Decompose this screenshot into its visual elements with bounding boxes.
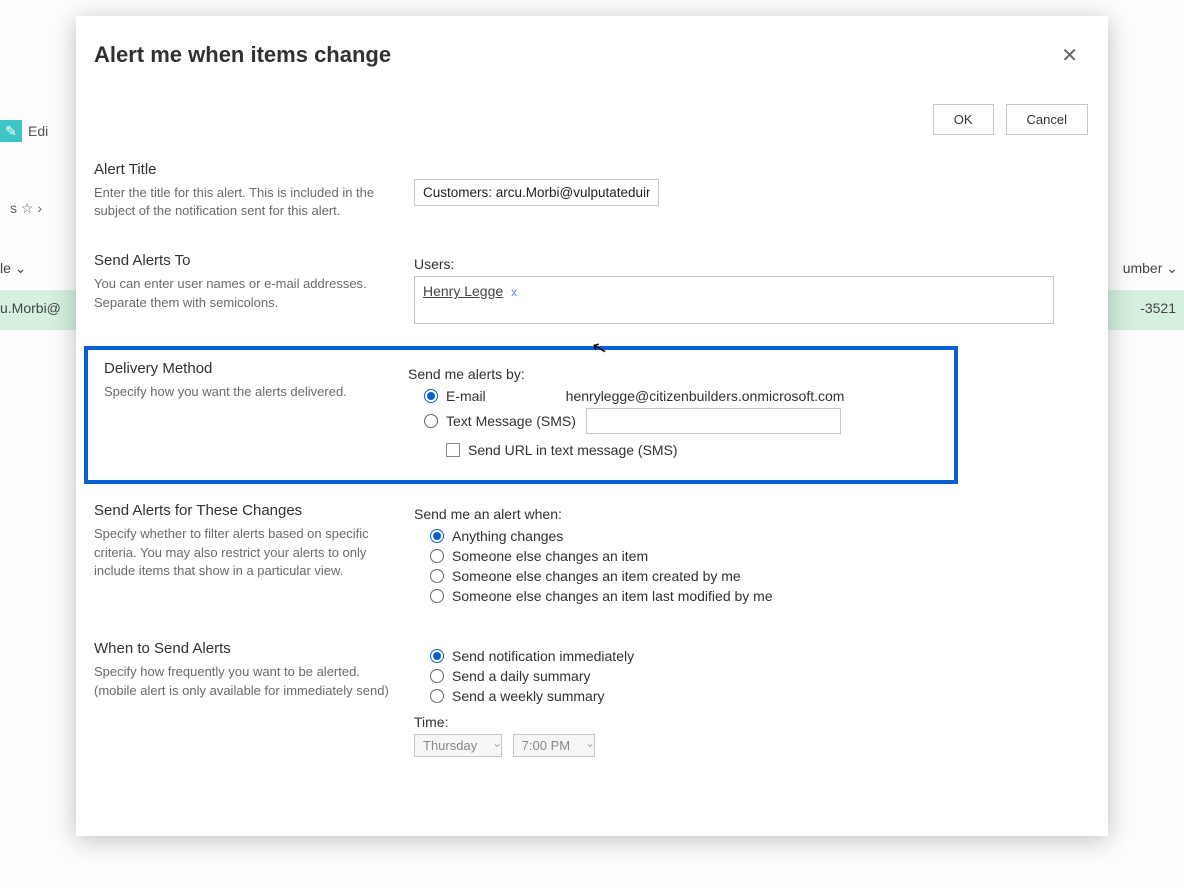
changes-label: Send me an alert when: [414, 506, 1088, 522]
changes-opt4-label: Someone else changes an item last modifi… [452, 588, 773, 604]
when-opt3-label: Send a weekly summary [452, 688, 605, 704]
section-send-to: Send Alerts To You can enter user names … [94, 242, 1088, 346]
radio-when-3[interactable] [430, 689, 444, 703]
user-chip: Henry Legge x [423, 283, 517, 299]
send-to-heading: Send Alerts To [94, 252, 396, 269]
when-opt3-row[interactable]: Send a weekly summary [430, 688, 1088, 704]
section-alert-title: Alert Title Enter the title for this ale… [94, 151, 1088, 242]
send-to-desc: You can enter user names or e-mail addre… [94, 275, 396, 311]
close-icon[interactable]: ✕ [1057, 42, 1082, 70]
radio-changes-4[interactable] [430, 589, 444, 603]
delivery-heading: Delivery Method [104, 360, 390, 377]
radio-email[interactable] [424, 389, 438, 403]
radio-when-2[interactable] [430, 669, 444, 683]
changes-heading: Send Alerts for These Changes [94, 502, 396, 519]
top-action-row: OK Cancel [94, 96, 1088, 151]
changes-opt4-row[interactable]: Someone else changes an item last modifi… [430, 588, 1088, 604]
alert-settings-modal: Alert me when items change ✕ OK Cancel A… [76, 16, 1108, 836]
send-by-label: Send me alerts by: [408, 366, 944, 382]
section-delivery-highlight: Delivery Method Specify how you want the… [84, 346, 958, 484]
changes-desc: Specify whether to filter alerts based o… [94, 525, 396, 580]
time-day-select[interactable]: Thursday [414, 734, 502, 757]
when-heading: When to Send Alerts [94, 640, 396, 657]
changes-opt3-row[interactable]: Someone else changes an item created by … [430, 568, 1088, 584]
sms-number-input[interactable] [586, 408, 841, 434]
section-changes: Send Alerts for These Changes Specify wh… [94, 484, 1088, 630]
send-url-checkbox-row[interactable]: Send URL in text message (SMS) [446, 442, 944, 458]
delivery-radio-sms-row[interactable]: Text Message (SMS) [424, 408, 944, 434]
radio-changes-2[interactable] [430, 549, 444, 563]
modal-body: OK Cancel Alert Title Enter the title fo… [76, 88, 1094, 836]
radio-sms-label: Text Message (SMS) [446, 413, 576, 429]
changes-opt3-label: Someone else changes an item created by … [452, 568, 741, 584]
cancel-button[interactable]: Cancel [1006, 104, 1088, 135]
changes-opt1-label: Anything changes [452, 528, 563, 544]
modal-header: Alert me when items change ✕ [76, 16, 1108, 80]
section-when: When to Send Alerts Specify how frequent… [94, 630, 1088, 779]
user-chip-remove-icon[interactable]: x [511, 285, 517, 299]
changes-opt1-row[interactable]: Anything changes [430, 528, 1088, 544]
delivery-email-value: henrylegge@citizenbuilders.onmicrosoft.c… [566, 388, 845, 404]
radio-email-label: E-mail [446, 388, 486, 404]
changes-opt2-label: Someone else changes an item [452, 548, 648, 564]
when-opt1-row[interactable]: Send notification immediately [430, 648, 1088, 664]
alert-title-input[interactable] [414, 179, 659, 206]
when-desc: Specify how frequently you want to be al… [94, 663, 396, 699]
bottom-action-row: . . [94, 819, 1088, 836]
delivery-desc: Specify how you want the alerts delivere… [104, 383, 390, 401]
ok-button[interactable]: OK [933, 104, 994, 135]
radio-changes-1[interactable] [430, 529, 444, 543]
user-chip-name[interactable]: Henry Legge [423, 283, 503, 299]
alert-title-heading: Alert Title [94, 161, 396, 178]
when-opt1-label: Send notification immediately [452, 648, 634, 664]
radio-sms[interactable] [424, 414, 438, 428]
modal-backdrop: Alert me when items change ✕ OK Cancel A… [0, 0, 1184, 888]
send-url-label: Send URL in text message (SMS) [468, 442, 678, 458]
radio-changes-3[interactable] [430, 569, 444, 583]
time-label: Time: [414, 714, 1088, 730]
alert-title-desc: Enter the title for this alert. This is … [94, 184, 396, 220]
time-hour-select[interactable]: 7:00 PM [513, 734, 595, 757]
modal-title: Alert me when items change [94, 42, 391, 68]
delivery-radio-email-row[interactable]: E-mail henrylegge@citizenbuilders.onmicr… [424, 388, 944, 404]
changes-opt2-row[interactable]: Someone else changes an item [430, 548, 1088, 564]
users-label: Users: [414, 256, 1088, 272]
radio-when-1[interactable] [430, 649, 444, 663]
when-opt2-label: Send a daily summary [452, 668, 591, 684]
users-input-box[interactable]: Henry Legge x [414, 276, 1054, 324]
send-url-checkbox[interactable] [446, 443, 460, 457]
when-opt2-row[interactable]: Send a daily summary [430, 668, 1088, 684]
